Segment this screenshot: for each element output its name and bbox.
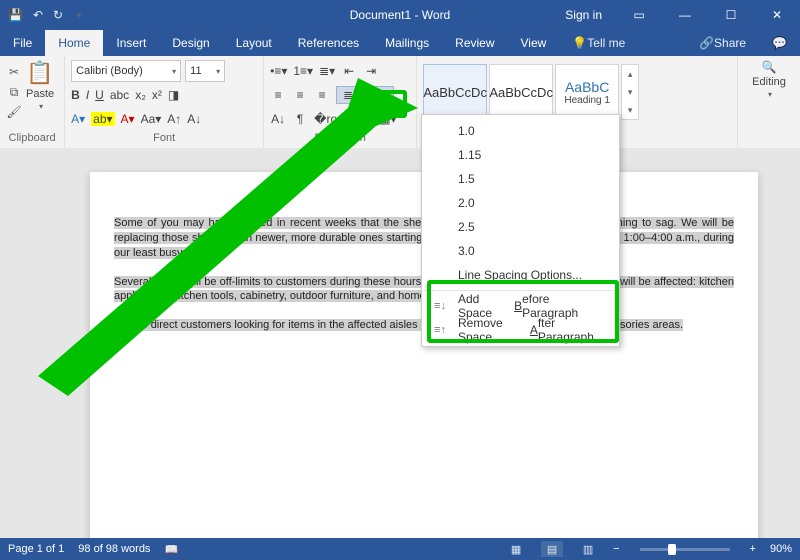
bold-button[interactable]: B — [71, 88, 80, 102]
space-after-icon: ≡↑ — [432, 324, 448, 336]
spacing-1-0[interactable]: 1.0 — [422, 119, 619, 143]
group-clipboard: Clipboard — [6, 132, 58, 146]
tab-insert[interactable]: Insert — [103, 30, 159, 56]
copy-icon[interactable]: ⧉ — [6, 84, 22, 100]
group-paragraph: Paragraph — [270, 132, 410, 146]
minimize-button[interactable]: — — [662, 0, 708, 30]
decrease-indent-icon[interactable]: ⇤ — [341, 64, 357, 78]
superscript-button[interactable]: x² — [152, 88, 162, 102]
style-nospacing[interactable]: AaBbCcDc — [489, 64, 553, 120]
shrink-font-icon[interactable]: A↓ — [187, 112, 201, 126]
bullets-icon[interactable]: •≡▾ — [270, 64, 287, 78]
borders-icon[interactable]: ▦▾ — [379, 112, 396, 126]
spacing-1-5[interactable]: 1.5 — [422, 167, 619, 191]
tab-references[interactable]: References — [285, 30, 372, 56]
font-name-combo[interactable]: Calibri (Body)▾ — [71, 60, 181, 82]
tab-design[interactable]: Design — [159, 30, 222, 56]
line-spacing-options[interactable]: Line Spacing Options... — [422, 263, 619, 287]
style-normal[interactable]: AaBbCcDc — [423, 64, 487, 120]
font-size-combo[interactable]: 11▾ — [185, 60, 225, 82]
read-mode-icon[interactable]: ▦ — [505, 541, 527, 557]
ribbon-tabs: File Home Insert Design Layout Reference… — [0, 30, 800, 56]
line-spacing-icon[interactable]: ‡≡▾ — [366, 86, 394, 104]
tab-mailings[interactable]: Mailings — [372, 30, 442, 56]
align-center-icon[interactable]: ≡ — [292, 88, 308, 102]
spacing-1-15[interactable]: 1.15 — [422, 143, 619, 167]
grow-font-icon[interactable]: A↑ — [167, 112, 181, 126]
cut-icon[interactable]: ✂ — [6, 64, 22, 80]
space-before-icon: ≡↓ — [432, 300, 448, 312]
sort-icon[interactable]: A↓ — [270, 112, 286, 126]
zoom-in-icon[interactable]: + — [750, 543, 756, 555]
close-button[interactable]: ✕ — [754, 0, 800, 30]
shading-icon[interactable]: �románů▾ — [314, 112, 373, 126]
titlebar: 💾 ↶ ↻ ▼ Document1 - Word Sign in ▭ — ☐ ✕ — [0, 0, 800, 30]
spacing-2-0[interactable]: 2.0 — [422, 191, 619, 215]
editing-button[interactable]: 🔍 Editing ▾ — [744, 60, 794, 99]
line-spacing-menu: 1.0 1.15 1.5 2.0 2.5 3.0 Line Spacing Op… — [421, 114, 620, 347]
tab-review[interactable]: Review — [442, 30, 507, 56]
paste-label: Paste — [26, 88, 54, 100]
strike-button[interactable]: abc — [110, 88, 129, 102]
font-color-icon[interactable]: A▾ — [121, 112, 135, 126]
ribbon-display-icon[interactable]: ▭ — [616, 0, 662, 30]
italic-button[interactable]: I — [86, 88, 89, 102]
maximize-button[interactable]: ☐ — [708, 0, 754, 30]
statusbar: Page 1 of 1 98 of 98 words 📖 ▦ ▤ ▥ − + 9… — [0, 538, 800, 560]
print-layout-icon[interactable]: ▤ — [541, 541, 563, 557]
highlight-icon[interactable]: ab▾ — [91, 112, 114, 126]
ribbon: ✂ ⧉ 🖌 📋 Paste ▾ Clipboard Calibri (Body)… — [0, 56, 800, 149]
show-marks-icon[interactable]: ¶ — [292, 112, 308, 126]
text-effects-icon[interactable]: A▾ — [71, 112, 85, 126]
comments-icon[interactable]: 💬 — [759, 30, 800, 56]
find-icon: 🔍 — [762, 60, 777, 74]
tab-tellme[interactable]: 💡 Tell me — [559, 30, 638, 56]
web-layout-icon[interactable]: ▥ — [577, 541, 599, 557]
spacing-3-0[interactable]: 3.0 — [422, 239, 619, 263]
format-painter-icon[interactable]: 🖌 — [6, 104, 22, 120]
remove-space-after[interactable]: ≡↑Remove Space After Paragraph — [422, 318, 619, 342]
align-right-icon[interactable]: ≡ — [314, 88, 330, 102]
proofing-icon[interactable]: 📖 — [164, 543, 178, 556]
subscript-button[interactable]: x₂ — [135, 88, 146, 102]
zoom-level[interactable]: 90% — [770, 543, 792, 555]
tab-layout[interactable]: Layout — [223, 30, 285, 56]
paste-button[interactable]: 📋 Paste ▾ — [22, 60, 58, 132]
status-words[interactable]: 98 of 98 words — [78, 543, 150, 555]
spacing-2-5[interactable]: 2.5 — [422, 215, 619, 239]
add-space-before[interactable]: ≡↓Add Space Before Paragraph — [422, 294, 619, 318]
share-button[interactable]: 🔗 Share — [686, 30, 759, 56]
justify-icon[interactable]: ≣ — [336, 86, 360, 104]
multilevel-icon[interactable]: ≣▾ — [319, 64, 335, 78]
increase-indent-icon[interactable]: ⇥ — [363, 64, 379, 78]
clear-format-icon[interactable]: ◨ — [168, 88, 179, 102]
group-font: Font — [71, 132, 257, 146]
editing-label: Editing — [752, 76, 786, 88]
status-page[interactable]: Page 1 of 1 — [8, 543, 64, 555]
style-heading1[interactable]: AaBbCHeading 1 — [555, 64, 619, 120]
styles-more-icon[interactable]: ▴▾▾ — [621, 64, 639, 120]
underline-button[interactable]: U — [95, 88, 104, 102]
document-area[interactable]: Some of you may have noticed in recent w… — [0, 148, 800, 538]
change-case-icon[interactable]: Aa▾ — [141, 112, 162, 126]
tab-file[interactable]: File — [0, 30, 45, 56]
tab-view[interactable]: View — [508, 30, 560, 56]
tab-home[interactable]: Home — [45, 30, 103, 56]
zoom-out-icon[interactable]: − — [613, 543, 619, 555]
align-left-icon[interactable]: ≡ — [270, 88, 286, 102]
zoom-slider[interactable] — [640, 548, 730, 551]
signin-link[interactable]: Sign in — [551, 8, 616, 22]
numbering-icon[interactable]: 1≡▾ — [293, 64, 313, 78]
